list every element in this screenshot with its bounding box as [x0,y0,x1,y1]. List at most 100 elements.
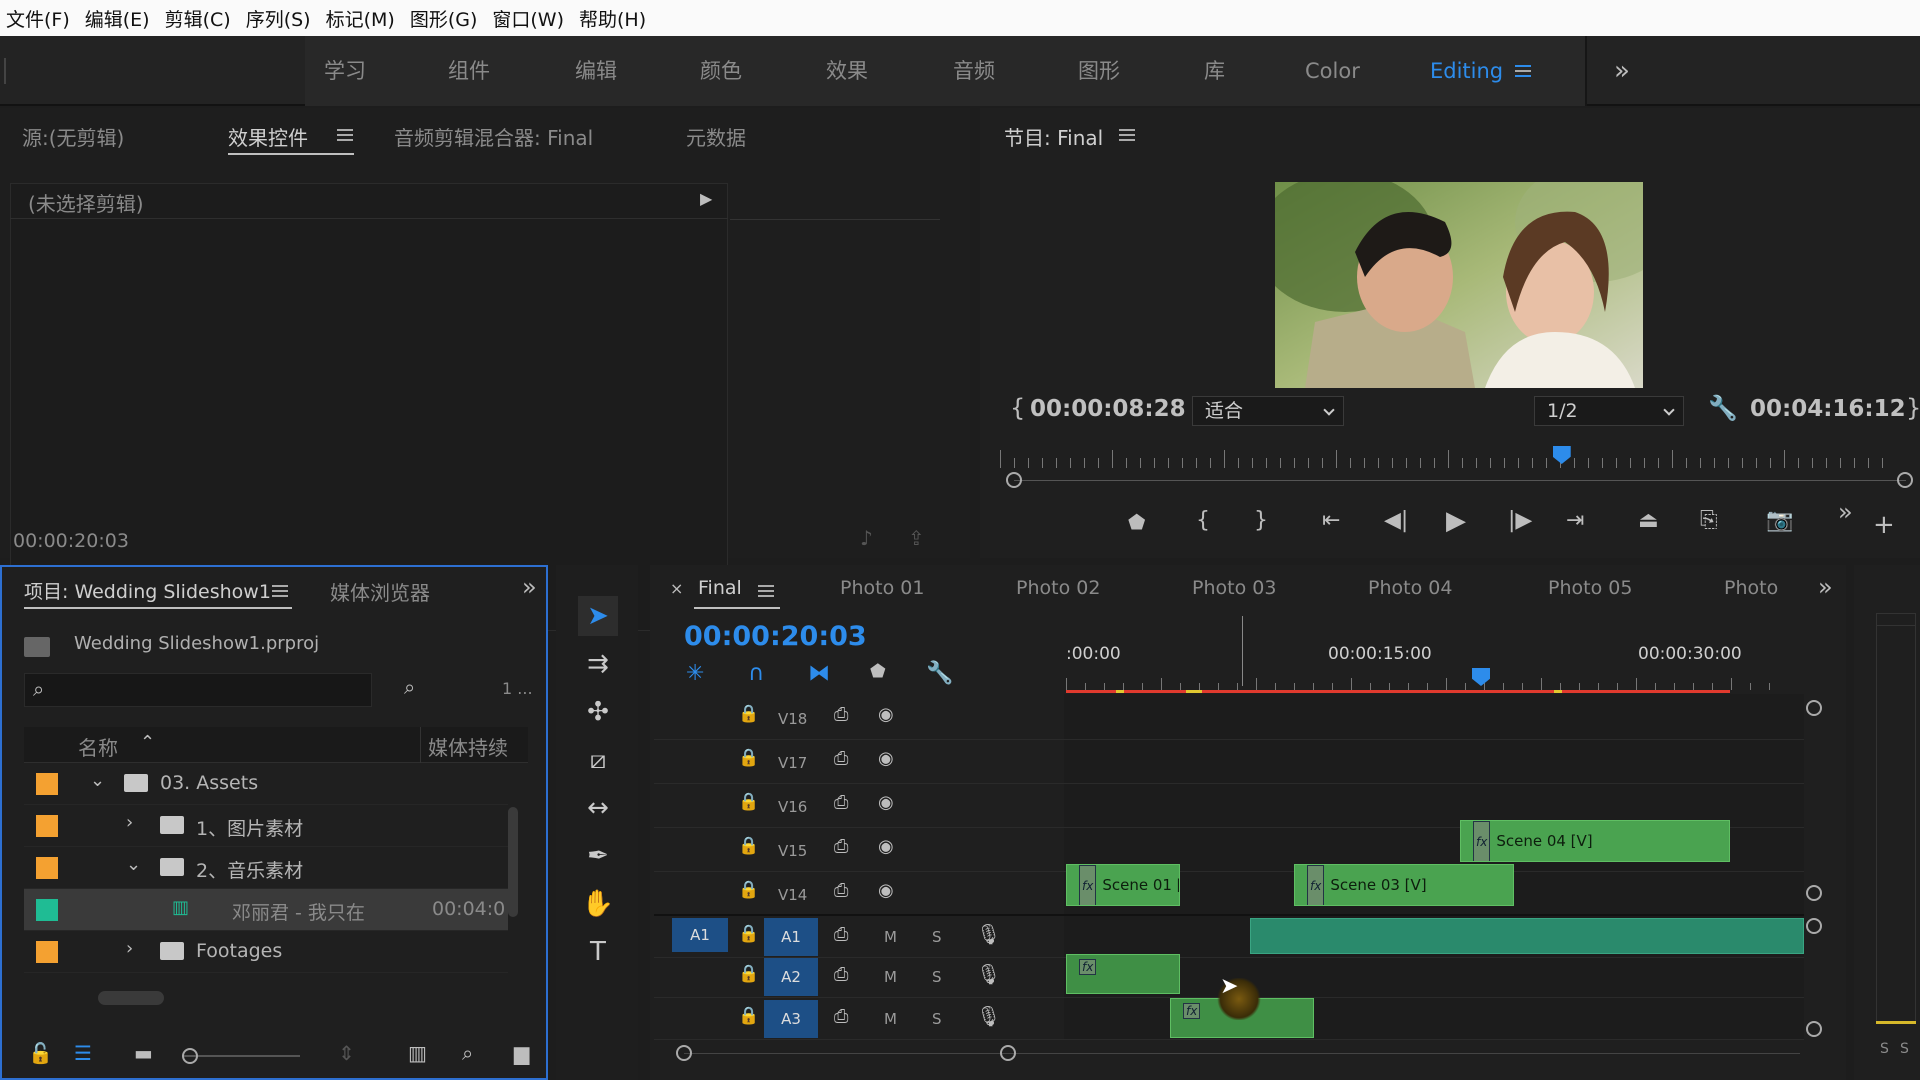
add-marker-icon[interactable]: ⬟ [1128,512,1145,532]
tab-project[interactable]: 项目: Wedding Slideshow1 [24,577,271,604]
mute-button[interactable]: M [884,968,897,986]
ripple-edit-icon[interactable]: ✣ [578,692,618,732]
project-menu-icon[interactable] [272,585,288,597]
track-name[interactable]: V15 [778,842,807,860]
audio-clip-a1[interactable] [1250,918,1804,954]
project-scrollbar[interactable] [508,807,518,917]
eye-icon[interactable]: ◉ [878,794,894,812]
track-target[interactable]: A3 [764,1000,818,1038]
pen-tool-icon[interactable]: ✒ [578,836,618,876]
audio-only-icon[interactable]: ♪ [860,528,873,548]
timeline-zoom-left[interactable] [676,1045,692,1061]
tab-photo-03[interactable]: Photo 03 [1192,577,1276,599]
camera-icon[interactable]: 📷 [1766,510,1793,532]
mute-button[interactable]: M [884,1010,897,1028]
menu-edit[interactable]: 编辑(E) [85,5,150,32]
clip-scene-03[interactable]: fx Scene 03 [V] [1294,864,1514,906]
menu-sequence[interactable]: 序列(S) [246,5,311,32]
menu-graphics[interactable]: 图形(G) [410,5,478,32]
timeline-ruler[interactable]: :00:00 00:00:15:00 00:00:30:00 [1064,616,1802,666]
timeline-timecode[interactable]: 00:00:20:03 [684,621,867,652]
extract-icon[interactable]: ⎘ [1700,510,1718,532]
column-duration[interactable]: 媒体持续 [428,732,508,761]
wrench-icon[interactable]: 🔧 [1708,396,1738,420]
program-timecode-current[interactable]: 00:00:08:28 [1030,396,1186,422]
find-icon[interactable]: ⌕ [462,1043,473,1063]
chevron-down-icon[interactable]: ⌄ [90,772,105,790]
project-search-input[interactable]: ⌕ [24,673,372,707]
lock-icon[interactable]: 🔒 [738,706,759,723]
meter-solo-right[interactable]: S [1900,1041,1909,1057]
list-view-icon[interactable]: ☰ [74,1043,92,1063]
clip-scene-04[interactable]: fx Scene 04 [V] [1460,820,1730,862]
zoom-slider-track[interactable] [182,1055,300,1057]
type-tool-icon[interactable]: T [578,932,618,972]
nest-icon[interactable]: ✳ [686,663,704,685]
program-title[interactable]: 节目: Final [1004,122,1103,151]
menu-file[interactable]: 文件(F) [6,5,70,32]
track-name[interactable]: V16 [778,798,807,816]
mark-in-icon[interactable]: { [1196,510,1210,532]
tab-effect-controls[interactable]: 效果控件 [228,122,308,151]
new-bin-icon[interactable]: ▆ [514,1043,529,1063]
lock-icon[interactable]: 🔒 [738,966,759,983]
tab-source[interactable]: 源:(无剪辑) [22,122,124,151]
lock-icon[interactable]: 🔒 [738,882,759,899]
label-color-swatch[interactable] [36,899,58,921]
tab-audio-clip-mixer[interactable]: 音频剪辑混合器: Final [394,122,593,151]
eye-icon[interactable]: ◉ [878,750,894,768]
resolution-dropdown[interactable]: 1/2 [1534,396,1684,426]
source-patch-a1[interactable]: A1 [672,918,728,952]
list-item[interactable]: ⌄ 2、音乐素材 [24,847,508,889]
column-name[interactable]: 名称 [78,732,118,761]
menu-help[interactable]: 帮助(H) [579,5,646,32]
track-select-icon[interactable]: ⇉ [578,644,618,684]
zoom-slider-handle[interactable] [182,1048,198,1064]
microphone-icon[interactable]: 🎙 [976,964,1001,984]
add-button-icon[interactable]: + [1873,512,1895,538]
snap-magnet-icon[interactable]: ∩ [748,663,764,685]
microphone-icon[interactable]: 🎙 [976,924,1001,944]
solo-button[interactable]: S [932,968,942,986]
step-back-icon[interactable]: ◀︎| [1384,510,1408,532]
label-color-swatch[interactable] [36,815,58,837]
audio-clip-a2[interactable]: fx [1066,954,1180,994]
project-h-scrollbar[interactable] [98,991,164,1005]
add-marker-icon[interactable]: ⬟ [870,663,886,681]
overflow-icon[interactable]: » [1838,500,1853,524]
a-scroll-handle-top[interactable] [1806,918,1822,934]
tab-photo-02[interactable]: Photo 02 [1016,577,1100,599]
timeline-menu-icon[interactable] [758,585,774,597]
list-item[interactable]: › 1、图片素材 [24,805,508,847]
a-scroll-handle-bottom[interactable] [1806,1021,1822,1037]
lock-icon[interactable]: 🔓 [28,1043,53,1063]
zoom-handle-left[interactable] [1006,472,1022,488]
close-tab-icon[interactable]: × [670,581,683,597]
timeline-overflow-icon[interactable]: » [1818,575,1833,599]
track-target[interactable]: A1 [764,918,818,956]
tab-photo-04[interactable]: Photo 04 [1368,577,1452,599]
eye-icon[interactable]: ◉ [878,838,894,856]
play-icon[interactable]: ▶ [1446,508,1466,534]
program-video-frame[interactable] [1275,182,1643,388]
chevron-down-icon[interactable]: ⌄ [126,856,141,874]
icon-view-icon[interactable]: ▬ [134,1043,153,1063]
mute-button[interactable]: M [884,928,897,946]
slip-tool-icon[interactable]: ↔ [578,788,618,828]
label-color-swatch[interactable] [36,857,58,879]
automate-icon[interactable]: ▥ [408,1043,427,1063]
menu-clip[interactable]: 剪辑(C) [165,5,231,32]
lift-icon[interactable]: ⏏ [1638,510,1659,532]
list-item[interactable]: › Footages [24,931,508,973]
eye-icon[interactable]: ◉ [878,882,894,900]
timeline-settings-wrench-icon[interactable]: 🔧 [926,663,953,685]
microphone-icon[interactable]: 🎙 [976,1006,1001,1026]
go-to-out-icon[interactable]: ⇥ [1566,510,1584,532]
tab-photo-01[interactable]: Photo 01 [840,577,924,599]
tab-final[interactable]: Final [698,577,742,599]
menu-marker[interactable]: 标记(M) [326,5,395,32]
menu-window[interactable]: 窗口(W) [492,5,564,32]
workspace-graphics[interactable]: 图形 [1078,36,1120,106]
zoom-handle-right[interactable] [1897,472,1913,488]
v-scroll-handle-top[interactable] [1806,700,1822,716]
